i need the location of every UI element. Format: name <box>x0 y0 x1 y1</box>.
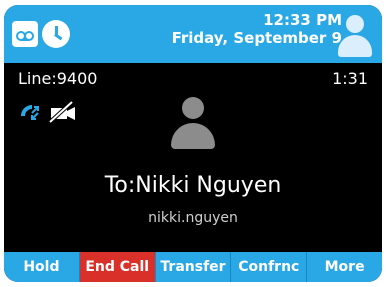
line-label: Line:9400 <box>18 69 98 88</box>
contact-avatar-icon <box>165 97 221 153</box>
end-call-button[interactable]: End Call <box>79 252 156 282</box>
more-button[interactable]: More <box>307 252 382 282</box>
clock-icon <box>42 20 70 48</box>
contact-id: nikki.nguyen <box>148 210 238 226</box>
hold-button[interactable]: Hold <box>4 252 80 282</box>
call-duration: 1:31 <box>332 69 368 88</box>
hd-call-icon <box>21 105 39 120</box>
video-off-icon <box>48 101 75 123</box>
contact-avatar-icon[interactable] <box>332 15 378 57</box>
status-time: 12:33 PM <box>263 11 342 29</box>
transfer-button[interactable]: Transfer <box>155 252 232 282</box>
conference-button[interactable]: Confrnc <box>231 252 308 282</box>
call-recipient: To:Nikki Nguyen <box>104 173 282 198</box>
softkey-bar: Hold End Call Transfer Confrnc More <box>4 252 382 282</box>
voicemail-icon[interactable] <box>12 21 38 47</box>
status-bar: 12:33 PM Friday, September 9 <box>4 5 382 63</box>
status-date: Friday, September 9 <box>171 29 342 47</box>
phone-screen: 12:33 PM Friday, September 9 Line:9400 1… <box>4 5 382 282</box>
